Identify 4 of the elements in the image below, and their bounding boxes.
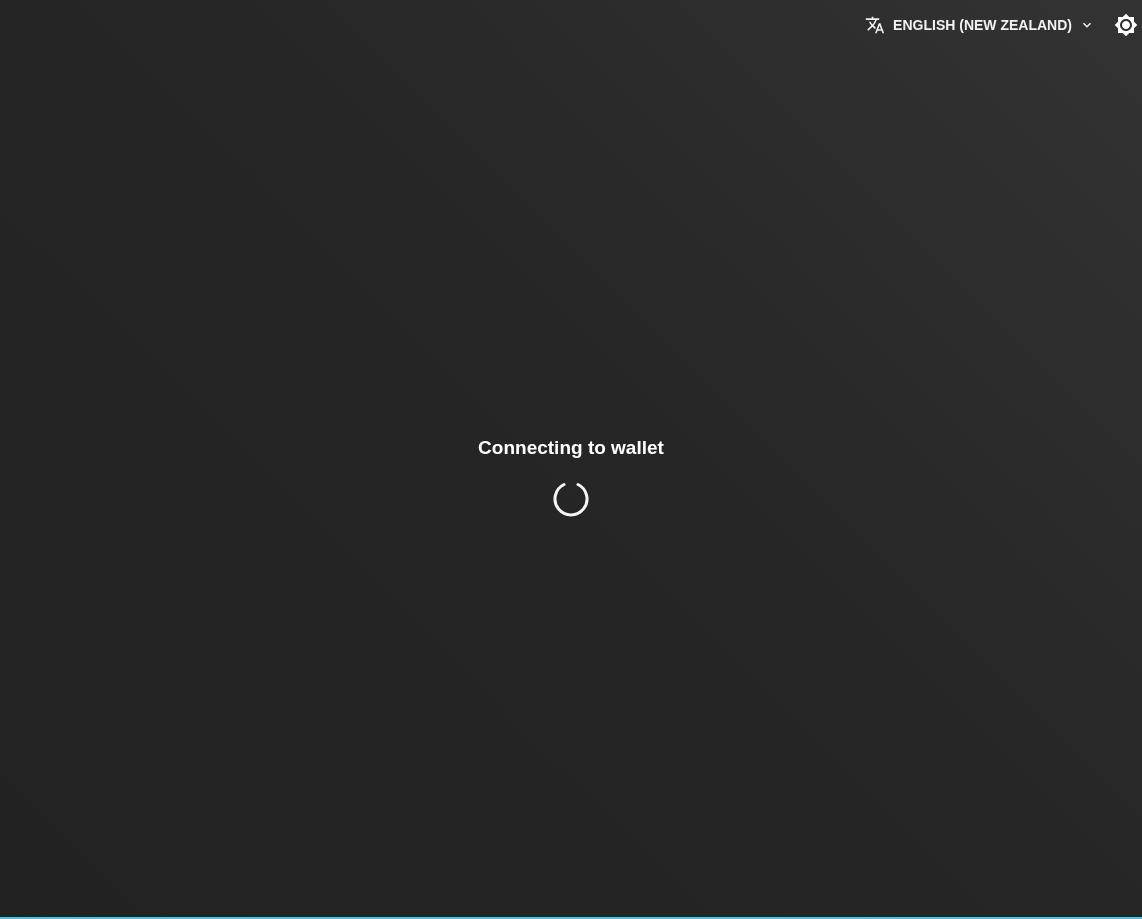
status-message: Connecting to wallet <box>478 436 664 459</box>
brightness-icon[interactable] <box>1114 13 1138 37</box>
translate-icon <box>865 15 886 35</box>
language-selector[interactable]: ENGLISH (NEW ZEALAND) <box>859 11 1100 39</box>
